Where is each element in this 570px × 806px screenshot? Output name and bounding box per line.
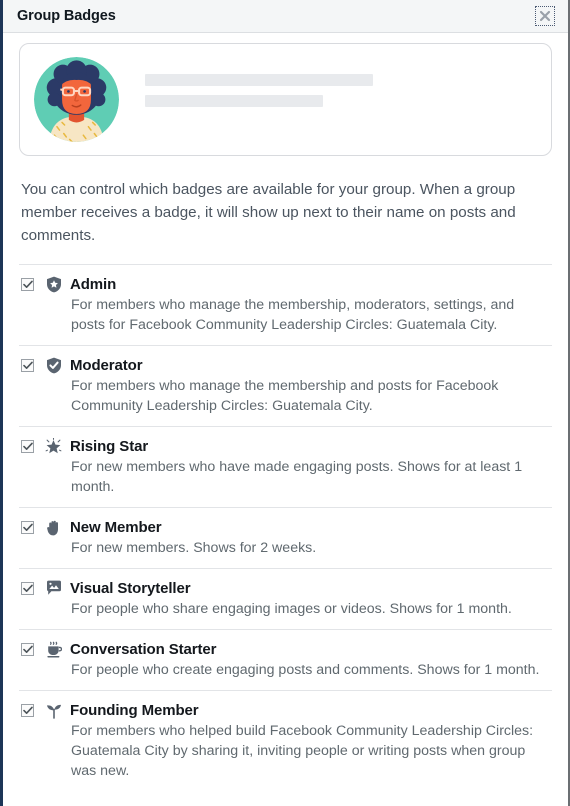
badge-checkbox-rising-star[interactable]: [21, 440, 34, 453]
badge-header: Admin: [45, 274, 552, 294]
badge-description: For people who share engaging images or …: [71, 601, 512, 617]
badge-checkbox-visual-storyteller[interactable]: [21, 582, 34, 595]
badge-row: New Member For new members. Shows for 2 w…: [19, 507, 552, 568]
badge-description: For members who manage the membership, m…: [71, 297, 515, 333]
badge-description: For new members who have made engaging p…: [71, 459, 523, 495]
badge-header: New Member: [45, 517, 552, 537]
shield-check-icon: [45, 357, 62, 374]
badge-description: For members who manage the membership an…: [71, 378, 499, 414]
badge-title: Conversation Starter: [70, 640, 217, 658]
speech-bubble-photo-icon: [45, 580, 62, 597]
name-placeholder-bar: [145, 74, 373, 86]
badge-content: Rising Star For new members who have made…: [34, 436, 552, 497]
dialog-title: Group Badges: [17, 7, 116, 24]
badge-title: Rising Star: [70, 437, 149, 455]
badge-row: Visual Storyteller For people who share e…: [19, 568, 552, 629]
group-badges-dialog: Group Badges You can control which badge…: [0, 0, 570, 806]
badge-checkbox-moderator[interactable]: [21, 359, 34, 372]
badge-header: Conversation Starter: [45, 639, 552, 659]
shield-star-icon: [45, 276, 62, 293]
badge-header: Visual Storyteller: [45, 578, 552, 598]
badge-checkbox-new-member[interactable]: [21, 521, 34, 534]
profile-placeholder-lines: [119, 74, 537, 107]
close-icon[interactable]: [535, 6, 555, 26]
badge-content: Conversation Starter For people who creat…: [34, 639, 552, 680]
badge-checkbox-founding-member[interactable]: [21, 704, 34, 717]
badge-header: Rising Star: [45, 436, 552, 456]
badge-title: New Member: [70, 518, 162, 536]
badge-checkbox-conversation-starter[interactable]: [21, 643, 34, 656]
seedling-icon: [45, 702, 62, 719]
badge-title: Visual Storyteller: [70, 579, 191, 597]
intro-description: You can control which badges are availab…: [21, 181, 516, 244]
badge-description: For members who helped build Facebook Co…: [71, 723, 534, 779]
subtitle-placeholder-bar: [145, 95, 323, 107]
badge-header: Founding Member: [45, 700, 552, 720]
avatar-illustration: [34, 57, 119, 142]
waving-hand-icon: [45, 519, 62, 536]
badge-description: For new members. Shows for 2 weeks.: [71, 540, 317, 556]
badge-description: For people who create engaging posts and…: [71, 662, 540, 678]
badge-content: New Member For new members. Shows for 2 w…: [34, 517, 552, 558]
badge-content: Admin For members who manage the membersh…: [34, 274, 552, 335]
dialog-titlebar: Group Badges: [3, 0, 568, 33]
badge-content: Visual Storyteller For people who share e…: [34, 578, 552, 619]
group-profile-card: [19, 43, 552, 156]
badge-checkbox-admin[interactable]: [21, 278, 34, 291]
badge-row: Moderator For members who manage the memb…: [19, 345, 552, 426]
badge-row: Conversation Starter For people who creat…: [19, 629, 552, 690]
sparkle-star-icon: [45, 437, 62, 455]
badge-title: Admin: [70, 275, 117, 293]
badge-title: Founding Member: [70, 701, 199, 719]
badge-list: Admin For members who manage the membersh…: [19, 264, 552, 791]
dialog-body: You can control which badges are availab…: [3, 43, 568, 791]
badge-row: Rising Star For new members who have made…: [19, 426, 552, 507]
coffee-cup-icon: [45, 641, 62, 658]
badge-content: Founding Member For members who helped bu…: [34, 700, 552, 781]
badge-content: Moderator For members who manage the memb…: [34, 355, 552, 416]
badge-row: Admin For members who manage the membersh…: [19, 264, 552, 345]
badge-header: Moderator: [45, 355, 552, 375]
badge-row: Founding Member For members who helped bu…: [19, 690, 552, 791]
badge-title: Moderator: [70, 356, 143, 374]
